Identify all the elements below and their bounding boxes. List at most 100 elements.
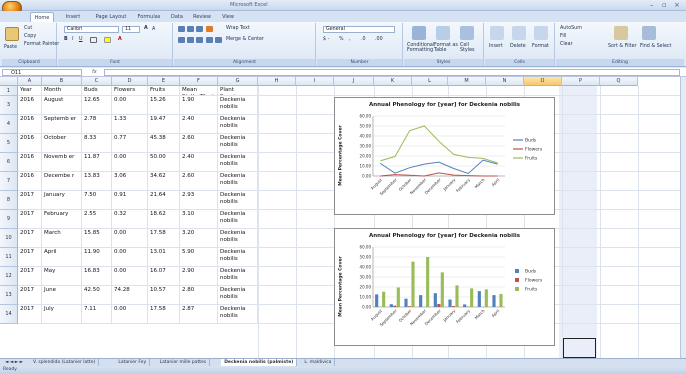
find-select-icon[interactable] bbox=[642, 26, 656, 40]
minimize-icon[interactable]: – bbox=[650, 1, 654, 9]
table-cell[interactable]: 45.38 bbox=[148, 134, 180, 153]
insert-button[interactable]: Insert bbox=[489, 44, 503, 49]
table-cell[interactable]: 2.40 bbox=[180, 153, 218, 172]
column-header-o[interactable]: O bbox=[524, 77, 562, 86]
autosum-button[interactable]: AutoSum bbox=[560, 26, 582, 31]
row-header-12[interactable]: 12 bbox=[0, 267, 18, 286]
column-header-n[interactable]: N bbox=[486, 77, 524, 86]
table-cell[interactable]: 17.58 bbox=[148, 229, 180, 248]
maximize-icon[interactable]: ▫ bbox=[662, 1, 667, 9]
column-header-b[interactable]: B bbox=[42, 77, 82, 86]
vertical-scrollbar[interactable] bbox=[680, 77, 686, 358]
currency-icon[interactable]: $ - bbox=[323, 37, 329, 42]
table-cell[interactable]: March bbox=[42, 229, 82, 248]
column-header-d[interactable]: D bbox=[112, 77, 148, 86]
table-cell[interactable]: 0.00 bbox=[112, 153, 148, 172]
fill-button[interactable]: Fill bbox=[560, 34, 566, 39]
table-cell[interactable]: Deckenia nobilis bbox=[218, 96, 258, 115]
header-cell[interactable]: Mean Stalks/Plant bbox=[180, 86, 218, 96]
name-box[interactable]: O11 bbox=[2, 69, 82, 76]
column-header-g[interactable]: G bbox=[218, 77, 258, 86]
column-header-h[interactable]: H bbox=[258, 77, 296, 86]
table-cell[interactable]: 1.90 bbox=[180, 96, 218, 115]
table-cell[interactable]: 2016 bbox=[18, 134, 42, 153]
table-cell[interactable]: 3.06 bbox=[112, 172, 148, 191]
borders-icon[interactable] bbox=[90, 37, 97, 43]
column-header-l[interactable]: L bbox=[412, 77, 448, 86]
comma-icon[interactable]: , bbox=[349, 37, 351, 42]
header-cell[interactable]: Flowers bbox=[112, 86, 148, 96]
table-cell[interactable]: 2.55 bbox=[82, 210, 112, 229]
table-cell[interactable]: 2017 bbox=[18, 248, 42, 267]
clear-button[interactable]: Clear bbox=[560, 42, 573, 47]
align-center-icon[interactable] bbox=[187, 37, 194, 43]
table-cell[interactable]: 0.00 bbox=[112, 305, 148, 324]
table-cell[interactable]: 2.90 bbox=[180, 267, 218, 286]
table-cell[interactable]: 2016 bbox=[18, 153, 42, 172]
font-name-select[interactable]: Calibri bbox=[64, 26, 119, 33]
delete-cells-icon[interactable] bbox=[512, 26, 526, 40]
table-cell[interactable]: Deckenia nobilis bbox=[218, 267, 258, 286]
fx-icon[interactable]: fx bbox=[92, 69, 97, 75]
table-cell[interactable]: May bbox=[42, 267, 82, 286]
header-cell[interactable]: Year bbox=[18, 86, 42, 96]
table-cell[interactable]: Deckenia nobilis bbox=[218, 115, 258, 134]
table-cell[interactable]: 17.58 bbox=[148, 305, 180, 324]
table-cell[interactable]: 74.28 bbox=[112, 286, 148, 305]
table-cell[interactable]: August bbox=[42, 96, 82, 115]
table-cell[interactable]: 0.00 bbox=[112, 248, 148, 267]
table-cell[interactable]: 0.00 bbox=[112, 96, 148, 115]
align-middle-icon[interactable] bbox=[187, 26, 194, 32]
tab-home[interactable]: Home bbox=[30, 12, 54, 22]
table-cell[interactable]: 12.65 bbox=[82, 96, 112, 115]
table-cell[interactable]: 2.87 bbox=[180, 305, 218, 324]
column-header-a[interactable]: A bbox=[18, 77, 42, 86]
bold-icon[interactable]: B bbox=[64, 37, 68, 42]
cell-styles-button[interactable]: Cell Styles bbox=[460, 43, 482, 53]
column-header-i[interactable]: I bbox=[296, 77, 334, 86]
table-cell[interactable]: 2016 bbox=[18, 96, 42, 115]
grow-font-icon[interactable]: A bbox=[144, 26, 148, 31]
cut-button[interactable]: Cut bbox=[24, 26, 32, 31]
row-header-7[interactable]: 7 bbox=[0, 172, 18, 191]
table-cell[interactable]: Deckenia nobilis bbox=[218, 229, 258, 248]
align-top-icon[interactable] bbox=[178, 26, 185, 32]
tab-data[interactable]: Data bbox=[168, 12, 186, 22]
table-cell[interactable]: 2.78 bbox=[82, 115, 112, 134]
row-header-6[interactable]: 6 bbox=[0, 153, 18, 172]
table-cell[interactable]: Novemb er bbox=[42, 153, 82, 172]
table-cell[interactable]: 8.33 bbox=[82, 134, 112, 153]
table-cell[interactable]: Deckenia nobilis bbox=[218, 191, 258, 210]
row-header-1[interactable]: 1 bbox=[0, 86, 18, 96]
table-cell[interactable]: 2.60 bbox=[180, 172, 218, 191]
table-cell[interactable]: 2017 bbox=[18, 191, 42, 210]
row-header-9[interactable]: 9 bbox=[0, 210, 18, 229]
format-cells-icon[interactable] bbox=[534, 26, 548, 40]
table-cell[interactable]: 15.85 bbox=[82, 229, 112, 248]
table-cell[interactable]: 42.50 bbox=[82, 286, 112, 305]
table-cell[interactable]: 13.83 bbox=[82, 172, 112, 191]
table-cell[interactable]: Decembe r bbox=[42, 172, 82, 191]
table-cell[interactable]: 3.10 bbox=[180, 210, 218, 229]
row-header-11[interactable]: 11 bbox=[0, 248, 18, 267]
table-cell[interactable]: June bbox=[42, 286, 82, 305]
table-cell[interactable]: Deckenia nobilis bbox=[218, 153, 258, 172]
line-chart[interactable]: Annual Phenology for [year] for Deckenia… bbox=[334, 97, 555, 215]
table-cell[interactable]: 16.07 bbox=[148, 267, 180, 286]
table-cell[interactable]: 19.47 bbox=[148, 115, 180, 134]
fill-color-icon[interactable] bbox=[104, 37, 111, 43]
table-cell[interactable]: 11.90 bbox=[82, 248, 112, 267]
table-cell[interactable]: 13.01 bbox=[148, 248, 180, 267]
table-cell[interactable]: 15.26 bbox=[148, 96, 180, 115]
table-cell[interactable]: Deckenia nobilis bbox=[218, 210, 258, 229]
delete-button[interactable]: Delete bbox=[510, 44, 526, 49]
paste-button[interactable]: Paste bbox=[4, 45, 17, 50]
table-cell[interactable]: February bbox=[42, 210, 82, 229]
increase-indent-icon[interactable] bbox=[215, 37, 222, 43]
table-cell[interactable]: 2.40 bbox=[180, 115, 218, 134]
table-cell[interactable]: 16.83 bbox=[82, 267, 112, 286]
table-cell[interactable]: 0.00 bbox=[112, 267, 148, 286]
table-cell[interactable]: 0.77 bbox=[112, 134, 148, 153]
tab-view[interactable]: View bbox=[218, 12, 238, 22]
table-cell[interactable]: April bbox=[42, 248, 82, 267]
